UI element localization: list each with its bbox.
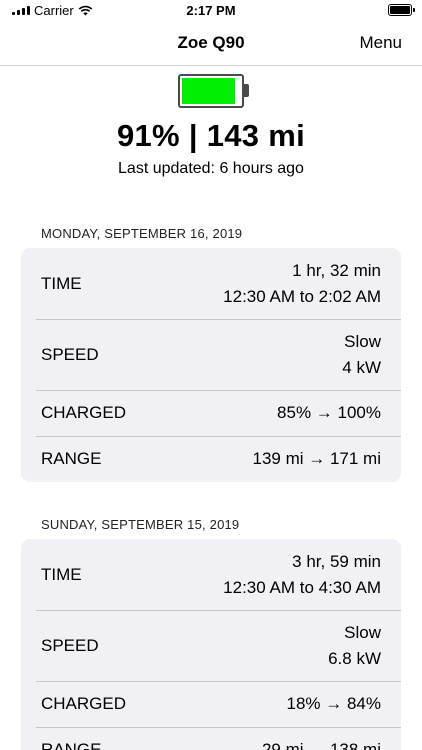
- status-bar: Carrier 2:17 PM: [0, 0, 422, 22]
- charged-value: 85% → 100%: [277, 403, 381, 423]
- range-label: RANGE: [41, 449, 102, 468]
- speed-power: 4 kW: [342, 357, 381, 377]
- navigation-bar: Zoe Q90 Menu: [0, 22, 422, 66]
- charged-label: CHARGED: [41, 694, 127, 713]
- speed-row: SPEED Slow 6.8 kW: [21, 610, 401, 681]
- session-card: TIME 3 hr, 59 min 12:30 AM to 4:30 AM SP…: [21, 539, 401, 750]
- speed-row: SPEED Slow 4 kW: [21, 319, 401, 390]
- range-value: 29 mi → 138 mi: [261, 740, 381, 750]
- time-duration: 3 hr, 59 min: [292, 552, 381, 571]
- speed-type: Slow: [344, 623, 381, 642]
- session-card: TIME 1 hr, 32 min 12:30 AM to 2:02 AM SP…: [21, 248, 401, 482]
- speed-power: 6.8 kW: [328, 648, 381, 668]
- time-row: TIME 1 hr, 32 min 12:30 AM to 2:02 AM: [21, 248, 401, 319]
- charged-value: 18% → 84%: [286, 694, 382, 714]
- time-label: TIME: [41, 273, 82, 293]
- battery-level-fill: [182, 78, 235, 104]
- speed-value: Slow 6.8 kW: [328, 620, 381, 671]
- charged-row: CHARGED 18% → 84%: [21, 681, 401, 727]
- session-date-header: MONDAY, SEPTEMBER 16, 2019: [41, 226, 243, 241]
- range-label: RANGE: [41, 740, 102, 750]
- session-date-header: SUNDAY, SEPTEMBER 15, 2019: [41, 517, 240, 532]
- charge-summary: 91% | 143 mi Last updated: 6 hours ago: [0, 74, 422, 178]
- time-duration: 1 hr, 32 min: [292, 261, 381, 280]
- speed-label: SPEED: [41, 635, 99, 655]
- time-value: 1 hr, 32 min 12:30 AM to 2:02 AM: [223, 258, 381, 309]
- charged-row: CHARGED 85% → 100%: [21, 390, 401, 436]
- charge-headline: 91% | 143 mi: [116, 118, 306, 153]
- time-span: 12:30 AM to 2:02 AM: [223, 286, 381, 306]
- last-updated: Last updated: 6 hours ago: [118, 160, 304, 177]
- time-label: TIME: [41, 564, 82, 584]
- speed-value: Slow 4 kW: [342, 329, 381, 380]
- range-row: RANGE 29 mi → 138 mi: [21, 727, 401, 750]
- time-value: 3 hr, 59 min 12:30 AM to 4:30 AM: [223, 549, 381, 600]
- clock: 2:17 PM: [186, 3, 236, 18]
- time-row: TIME 3 hr, 59 min 12:30 AM to 4:30 AM: [21, 539, 401, 610]
- speed-type: Slow: [344, 332, 381, 351]
- range-value: 139 mi → 171 mi: [252, 449, 382, 469]
- time-span: 12:30 AM to 4:30 AM: [223, 577, 381, 597]
- battery-level-icon: [178, 74, 249, 108]
- range-row: RANGE 139 mi → 171 mi: [21, 436, 401, 482]
- speed-label: SPEED: [41, 344, 99, 364]
- battery-icon: [388, 4, 415, 16]
- charged-label: CHARGED: [41, 403, 127, 422]
- menu-button[interactable]: Menu: [359, 33, 402, 53]
